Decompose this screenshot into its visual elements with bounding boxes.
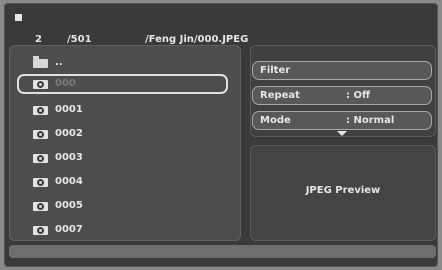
folder-icon (33, 56, 48, 68)
photo-icon (33, 154, 48, 163)
list-item-label: 0004 (55, 176, 83, 187)
mode-option[interactable]: Mode : Normal (252, 111, 432, 130)
total-count: /501 (67, 34, 92, 45)
list-item-label: 0002 (55, 128, 83, 139)
list-item-label: 000 (55, 78, 76, 89)
photo-icon (33, 226, 48, 235)
list-item[interactable]: 0004 (17, 172, 227, 192)
list-item-label: 0007 (55, 224, 83, 235)
mode-value: : Normal (346, 115, 395, 126)
current-index: 2 (35, 34, 42, 45)
list-item[interactable]: 0003 (17, 148, 227, 168)
list-item-label: .. (55, 57, 63, 68)
repeat-option[interactable]: Repeat : Off (252, 86, 432, 105)
status-bar (9, 245, 436, 258)
preview-panel: JPEG Preview (250, 145, 436, 241)
photo-icon (33, 202, 48, 211)
filter-label: Filter (260, 65, 291, 76)
list-item[interactable]: 0002 (17, 124, 227, 144)
list-item-parent-folder[interactable]: .. (17, 53, 227, 73)
list-item-label: 0001 (55, 104, 83, 115)
filter-button[interactable]: Filter (252, 61, 432, 80)
repeat-value: : Off (346, 90, 371, 101)
photo-icon (33, 130, 48, 139)
list-item[interactable]: 0007 (17, 220, 227, 240)
photo-icon (33, 80, 48, 89)
list-item-label: 0005 (55, 200, 83, 211)
list-item[interactable]: 0001 (17, 100, 227, 120)
file-list-panel: .. 000 0001 0002 0003 0004 0005 0007 (9, 45, 241, 241)
mode-label: Mode (260, 115, 291, 126)
list-item-selected[interactable]: 000 (17, 74, 228, 94)
list-item[interactable]: 0005 (17, 196, 227, 216)
list-item-label: 0003 (55, 152, 83, 163)
options-panel: Filter Repeat : Off Mode : Normal (250, 45, 436, 137)
photo-icon (33, 178, 48, 187)
repeat-label: Repeat (260, 90, 300, 101)
preview-label: JPEG Preview (305, 185, 381, 196)
photo-icon (33, 106, 48, 115)
file-path: /Feng Jin/000.JPEG (145, 34, 249, 45)
scroll-down-arrow-icon[interactable] (337, 131, 347, 136)
stop-icon (15, 14, 22, 21)
